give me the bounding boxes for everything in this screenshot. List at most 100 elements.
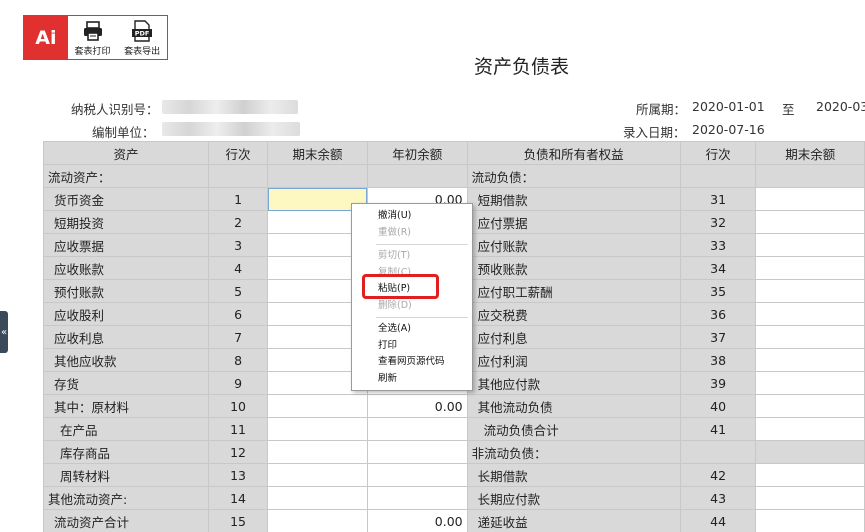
asset-name-cell: 库存商品 bbox=[43, 440, 209, 464]
liability-name-cell: 应付票据 bbox=[466, 210, 681, 234]
pdf-icon: PDF bbox=[132, 20, 153, 42]
asset-end-balance-cell[interactable] bbox=[267, 486, 368, 510]
asset-row-no-cell: 5 bbox=[207, 279, 269, 303]
asset-row-no-cell bbox=[207, 164, 269, 188]
liability-end-balance-cell[interactable] bbox=[755, 348, 865, 372]
asset-name-cell: 流动资产合计 bbox=[43, 509, 209, 532]
asset-end-balance-cell[interactable] bbox=[267, 463, 368, 487]
asset-begin-balance-cell[interactable]: 0.00 bbox=[366, 509, 468, 532]
export-set-button[interactable]: PDF 套表导出 bbox=[117, 16, 167, 59]
asset-begin-balance-cell[interactable] bbox=[366, 440, 468, 464]
app-logo: Ai bbox=[24, 16, 68, 59]
asset-begin-balance-cell[interactable] bbox=[366, 463, 468, 487]
liability-end-balance-cell[interactable] bbox=[755, 279, 865, 303]
liability-row-no-cell: 34 bbox=[679, 256, 757, 280]
liability-row-no-cell: 40 bbox=[679, 394, 757, 418]
asset-begin-balance-cell[interactable]: 0.00 bbox=[366, 394, 468, 418]
context-menu-item[interactable]: 查看网页源代码 bbox=[352, 354, 472, 371]
sidebar-collapse-handle[interactable]: « bbox=[0, 311, 8, 353]
asset-begin-balance-cell[interactable] bbox=[366, 417, 468, 441]
liability-end-balance-cell[interactable] bbox=[755, 394, 865, 418]
report-toolbar: Ai 套表打印 PDF 套表导出 bbox=[23, 15, 168, 60]
col-header-liability: 负债和所有者权益 bbox=[466, 141, 681, 165]
asset-name-cell: 应收票据 bbox=[43, 233, 209, 257]
asset-end-balance-cell bbox=[267, 164, 368, 188]
liability-row-no-cell: 42 bbox=[679, 463, 757, 487]
liability-end-balance-cell[interactable] bbox=[755, 302, 865, 326]
taxpayer-id-redacted bbox=[162, 100, 298, 114]
asset-name-cell: 周转材料 bbox=[43, 463, 209, 487]
context-menu-item[interactable]: 刷新 bbox=[352, 371, 472, 388]
liability-end-balance-cell[interactable] bbox=[755, 187, 865, 211]
asset-begin-balance-cell[interactable] bbox=[366, 486, 468, 510]
context-menu-item: 删除(D) bbox=[378, 299, 412, 311]
liability-name-cell: 应付利润 bbox=[466, 348, 681, 372]
asset-row-no-cell: 15 bbox=[207, 509, 269, 532]
liability-name-cell: 长期借款 bbox=[466, 463, 681, 487]
asset-row-no-cell: 10 bbox=[207, 394, 269, 418]
asset-row-no-cell: 4 bbox=[207, 256, 269, 280]
liability-end-balance-cell[interactable] bbox=[755, 325, 865, 349]
liability-end-balance-cell[interactable] bbox=[755, 210, 865, 234]
context-menu-item[interactable]: 全选(A) bbox=[352, 321, 472, 338]
liability-end-balance-cell[interactable] bbox=[755, 256, 865, 280]
liability-end-balance-cell bbox=[755, 440, 865, 464]
context-menu-item[interactable]: 撤消(U) bbox=[352, 208, 472, 225]
pdf-badge-text: PDF bbox=[135, 30, 150, 38]
print-set-button[interactable]: 套表打印 bbox=[68, 16, 118, 59]
liability-row-no-cell: 41 bbox=[679, 417, 757, 441]
asset-name-cell: 应收股利 bbox=[43, 302, 209, 326]
asset-row-no-cell: 3 bbox=[207, 233, 269, 257]
liability-row-no-cell: 36 bbox=[679, 302, 757, 326]
liability-end-balance-cell bbox=[755, 164, 865, 188]
asset-end-balance-cell[interactable] bbox=[267, 509, 368, 532]
entry-date: 2020-07-16 bbox=[692, 122, 765, 137]
liability-name-cell: 流动负债： bbox=[466, 164, 681, 188]
context-menu-item[interactable]: 打印 bbox=[352, 338, 472, 355]
asset-end-balance-cell[interactable] bbox=[267, 440, 368, 464]
asset-row-no-cell: 2 bbox=[207, 210, 269, 234]
liability-row-no-cell: 33 bbox=[679, 233, 757, 257]
liability-name-cell: 非流动负债： bbox=[466, 440, 681, 464]
asset-end-balance-cell[interactable] bbox=[267, 417, 368, 441]
liability-name-cell: 流动负债合计 bbox=[466, 417, 681, 441]
liability-row-no-cell: 38 bbox=[679, 348, 757, 372]
print-set-label: 套表打印 bbox=[74, 47, 111, 57]
page-title: 资产负债表 bbox=[474, 56, 570, 78]
asset-row-no-cell: 13 bbox=[207, 463, 269, 487]
liability-row-no-cell: 44 bbox=[679, 509, 757, 532]
table-row: 库存商品 12 非流动负债： bbox=[43, 440, 865, 464]
col-header-asset: 资产 bbox=[43, 141, 209, 165]
col-header-begin-balance: 年初余额 bbox=[366, 141, 468, 165]
table-row: 在产品 11 流动负债合计 41 bbox=[43, 417, 865, 441]
asset-end-balance-cell[interactable] bbox=[267, 394, 368, 418]
printer-icon bbox=[83, 21, 102, 41]
period-end: 2020-03 bbox=[816, 99, 865, 114]
asset-name-cell: 其他流动资产: bbox=[43, 486, 209, 510]
asset-row-no-cell: 12 bbox=[207, 440, 269, 464]
context-menu-item: 重做(R) bbox=[378, 226, 412, 238]
liability-row-no-cell: 31 bbox=[679, 187, 757, 211]
export-set-label: 套表导出 bbox=[124, 47, 161, 57]
asset-name-cell: 其中：原材料 bbox=[43, 394, 209, 418]
table-row: 流动资产合计 15 0.00 递延收益 44 bbox=[43, 509, 865, 532]
liability-end-balance-cell[interactable] bbox=[755, 509, 865, 532]
liability-end-balance-cell[interactable] bbox=[755, 486, 865, 510]
liability-end-balance-cell[interactable] bbox=[755, 233, 865, 257]
liability-name-cell: 应付利息 bbox=[466, 325, 681, 349]
liability-name-cell: 其他应付款 bbox=[466, 371, 681, 395]
liability-end-balance-cell[interactable] bbox=[755, 463, 865, 487]
asset-name-cell: 应收账款 bbox=[43, 256, 209, 280]
liability-end-balance-cell[interactable] bbox=[755, 417, 865, 441]
table-row: 流动资产： 流动负债： bbox=[43, 164, 865, 188]
table-header-row: 资产 行次 期末余额 年初余额 负债和所有者权益 行次 期末余额 bbox=[43, 141, 865, 165]
table-row: 其他流动资产: 14 长期应付款 43 bbox=[43, 486, 865, 510]
company-name-redacted bbox=[162, 122, 300, 136]
liability-name-cell: 长期应付款 bbox=[466, 486, 681, 510]
asset-row-no-cell: 11 bbox=[207, 417, 269, 441]
asset-name-cell: 其他应收款 bbox=[43, 348, 209, 372]
liability-end-balance-cell[interactable] bbox=[755, 371, 865, 395]
liability-name-cell: 应付职工薪酬 bbox=[466, 279, 681, 303]
liability-row-no-cell: 37 bbox=[679, 325, 757, 349]
liability-name-cell: 递延收益 bbox=[466, 509, 681, 532]
